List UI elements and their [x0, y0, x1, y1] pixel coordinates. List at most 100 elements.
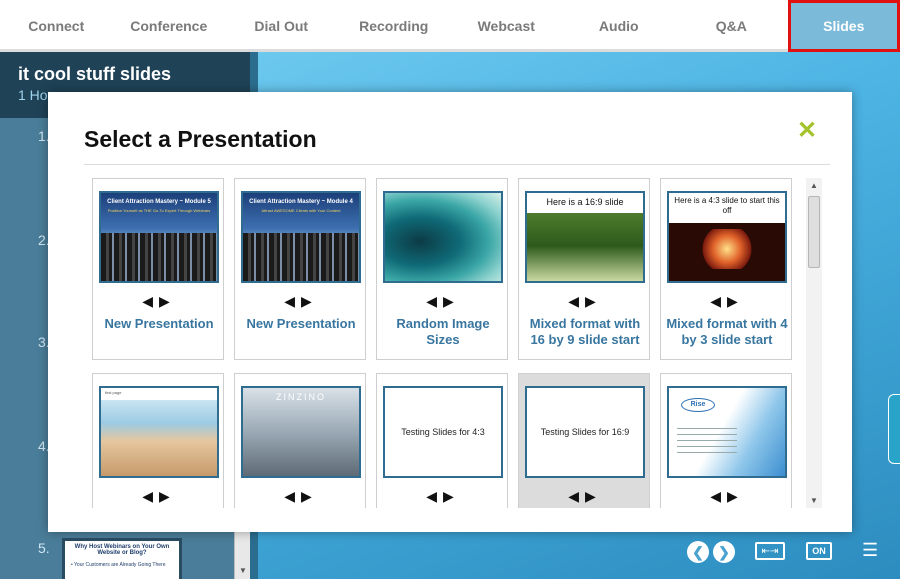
thumb-nav-arrows: ◀▶ [661, 293, 793, 310]
mini-thumb-title: Why Host Webinars on Your Own Website or… [74, 544, 170, 556]
presentation-card[interactable]: Client Attraction Mastery ~ Module 5 Posi… [92, 178, 224, 360]
presentation-card[interactable]: first page ◀▶ [92, 373, 224, 508]
next-thumb-icon[interactable]: ▶ [443, 488, 460, 504]
thumb-caption: first page [105, 390, 122, 395]
thumb-nav-arrows: ◀▶ [235, 488, 367, 505]
presentation-thumbnail[interactable]: first page [99, 386, 219, 478]
thumb-caption: Testing Slides for 16:9 [527, 388, 643, 476]
scroll-thumb[interactable] [808, 196, 820, 268]
prev-thumb-icon[interactable]: ◀ [426, 488, 443, 504]
screen-on-button[interactable]: ON [806, 542, 832, 560]
thumb-image: Rise [669, 388, 785, 476]
tab-webcast[interactable]: Webcast [450, 0, 563, 52]
thumb-nav-arrows: ◀▶ [519, 488, 651, 505]
tab-slides[interactable]: Slides [787, 0, 900, 52]
next-slide-button[interactable]: ❯ [713, 541, 735, 563]
thumb-caption: Testing Slides for 4:3 [385, 388, 501, 476]
thumb-nav-arrows: ◀▶ [519, 293, 651, 310]
thumb-nav-arrows: ◀▶ [93, 293, 225, 310]
thumb-nav-arrows: ◀▶ [661, 488, 793, 505]
presentation-name[interactable]: Mixed format with 4 by 3 slide start [665, 316, 789, 348]
presentation-name[interactable]: Random Image Sizes [381, 316, 505, 348]
thumb-image [385, 193, 501, 281]
fit-width-button[interactable]: ⇤⇥ [755, 542, 785, 560]
tab-audio[interactable]: Audio [563, 0, 676, 52]
tab-dial-out[interactable]: Dial Out [225, 0, 338, 52]
next-thumb-icon[interactable]: ▶ [159, 293, 176, 309]
prev-thumb-icon[interactable]: ◀ [568, 488, 585, 504]
presentation-card[interactable]: Client Attraction Mastery ~ Module 4 Attr… [234, 178, 366, 360]
help-side-tab[interactable] [888, 394, 900, 464]
slide-thumbnail-5[interactable]: Why Host Webinars on Your Own Website or… [62, 538, 182, 579]
thumb-caption: ZINZINO [276, 392, 326, 402]
prev-thumb-icon[interactable]: ◀ [568, 293, 585, 309]
presentation-card[interactable]: Rise ◀▶ [660, 373, 792, 508]
presentation-card[interactable]: ◀▶ Random Image Sizes [376, 178, 508, 360]
thumb-caption: Rise [681, 398, 715, 412]
next-thumb-icon[interactable]: ▶ [301, 293, 318, 309]
presentation-card[interactable]: Testing Slides for 16:9 ◀▶ [518, 373, 650, 508]
slide-number[interactable]: 5. [38, 540, 50, 556]
scroll-down-icon[interactable]: ▼ [810, 496, 818, 505]
presentation-card[interactable]: Testing Slides for 4:3 ◀▶ [376, 373, 508, 508]
next-thumb-icon[interactable]: ▶ [301, 488, 318, 504]
prev-thumb-icon[interactable]: ◀ [426, 293, 443, 309]
presentation-card[interactable]: ZINZINO ◀▶ [234, 373, 366, 508]
prev-thumb-icon[interactable]: ◀ [284, 293, 301, 309]
thumb-subtitle: Attract AWESOME Clients with Your Conten… [261, 208, 341, 213]
thumb-subtitle: Position Yourself as THE Go-To Expert Th… [107, 208, 211, 213]
tab-connect[interactable]: Connect [0, 0, 113, 52]
tab-recording[interactable]: Recording [338, 0, 451, 52]
presentation-thumbnail[interactable] [383, 191, 503, 283]
presentation-card[interactable]: Here is a 16:9 slide ◀▶ Mixed format with … [518, 178, 650, 360]
thumb-image: Here is a 16:9 slide [527, 193, 643, 281]
presentation-thumbnail[interactable]: Testing Slides for 16:9 [525, 386, 645, 478]
dialog-scrollbar[interactable]: ▲ ▼ [806, 178, 822, 508]
top-nav: Connect Conference Dial Out Recording Webcas… [0, 0, 900, 52]
prev-thumb-icon[interactable]: ◀ [284, 488, 301, 504]
divider [84, 164, 830, 165]
select-presentation-dialog: Select a Presentation ✕ Client Attractio… [48, 92, 852, 532]
prev-thumb-icon[interactable]: ◀ [710, 488, 727, 504]
thumb-image: first page [101, 388, 217, 476]
tab-conference[interactable]: Conference [113, 0, 226, 52]
presentation-name[interactable]: New Presentation [97, 316, 221, 332]
presentation-thumbnail[interactable]: Client Attraction Mastery ~ Module 5 Posi… [99, 191, 219, 283]
presentation-thumbnail[interactable]: Client Attraction Mastery ~ Module 4 Attr… [241, 191, 361, 283]
thumb-title: Client Attraction Mastery ~ Module 4 [249, 199, 353, 205]
thumb-caption: Here is a 4:3 slide to start this off [674, 196, 780, 215]
presentation-thumbnail[interactable]: Rise [667, 386, 787, 478]
next-thumb-icon[interactable]: ▶ [585, 488, 602, 504]
presentation-title: it cool stuff slides [18, 64, 172, 84]
prev-thumb-icon[interactable]: ◀ [142, 488, 159, 504]
tab-q-a[interactable]: Q&A [675, 0, 788, 52]
prev-slide-button[interactable]: ❮ [687, 541, 709, 563]
next-thumb-icon[interactable]: ▶ [159, 488, 176, 504]
presentation-thumbnail[interactable]: Here is a 4:3 slide to start this off [667, 191, 787, 283]
presentation-thumbnail[interactable]: ZINZINO [241, 386, 361, 478]
dialog-title: Select a Presentation [84, 126, 317, 152]
close-icon[interactable]: ✕ [796, 119, 818, 143]
thumb-nav-arrows: ◀▶ [377, 488, 509, 505]
next-thumb-icon[interactable]: ▶ [585, 293, 602, 309]
prev-thumb-icon[interactable]: ◀ [710, 293, 727, 309]
presentation-name[interactable]: Mixed format with 16 by 9 slide start [523, 316, 647, 348]
next-thumb-icon[interactable]: ▶ [443, 293, 460, 309]
list-view-icon[interactable]: ☰ [862, 540, 878, 561]
thumb-image: ZINZINO [243, 388, 359, 476]
next-thumb-icon[interactable]: ▶ [727, 293, 744, 309]
prev-thumb-icon[interactable]: ◀ [142, 293, 159, 309]
thumb-nav-arrows: ◀▶ [235, 293, 367, 310]
thumb-image: Here is a 4:3 slide to start this off [669, 193, 785, 281]
presentation-grid: Client Attraction Mastery ~ Module 5 Posi… [92, 178, 824, 508]
scroll-up-icon[interactable]: ▲ [810, 181, 818, 190]
presentation-thumbnail[interactable]: Here is a 16:9 slide [525, 191, 645, 283]
thumb-nav-arrows: ◀▶ [93, 488, 225, 505]
scroll-down-icon[interactable]: ▼ [239, 566, 247, 575]
thumb-image: Client Attraction Mastery ~ Module 4 Attr… [243, 193, 359, 281]
next-thumb-icon[interactable]: ▶ [727, 488, 744, 504]
presentation-thumbnail[interactable]: Testing Slides for 4:3 [383, 386, 503, 478]
thumb-caption: Here is a 16:9 slide [546, 197, 624, 207]
presentation-card[interactable]: Here is a 4:3 slide to start this off ◀▶ M… [660, 178, 792, 360]
presentation-name[interactable]: New Presentation [239, 316, 363, 332]
